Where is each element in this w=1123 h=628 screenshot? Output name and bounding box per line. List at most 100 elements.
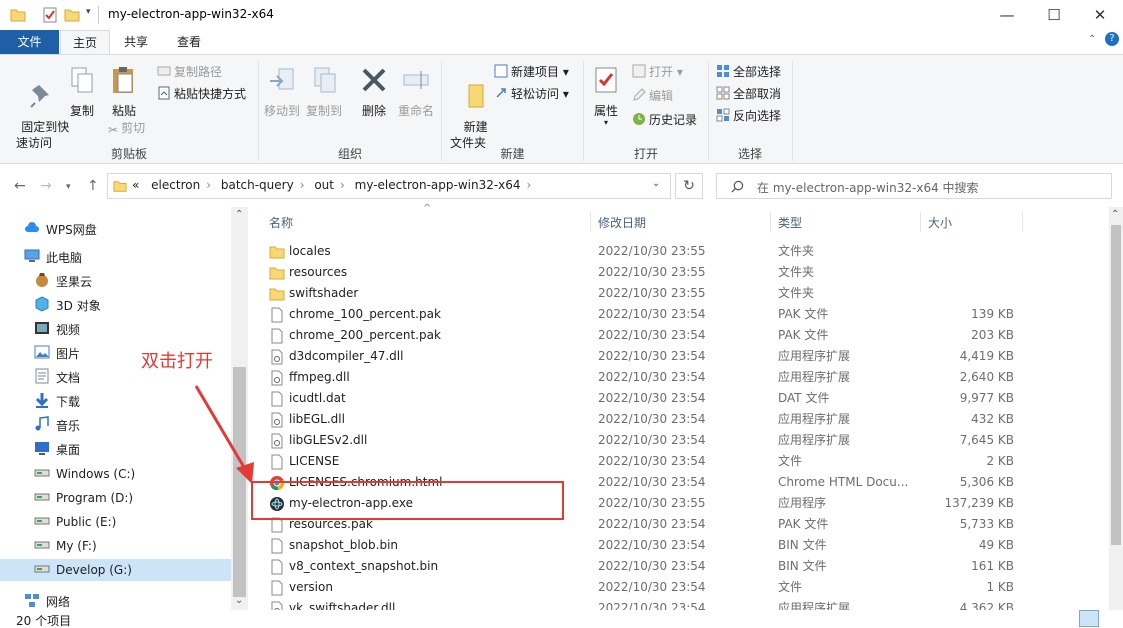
quick-access-dropdown[interactable]: ▾ xyxy=(86,7,102,23)
invert-selection-button[interactable]: 反向选择 xyxy=(716,107,781,125)
file-row[interactable]: libGLESv2.dll 2022/10/30 23:54 应用程序扩展 7,645… xyxy=(249,430,1109,451)
minimize-button[interactable]: — xyxy=(984,0,1030,30)
recent-locations-button[interactable]: ▾ xyxy=(66,182,71,192)
forward-button[interactable]: → xyxy=(40,178,52,194)
nav-scroll-up[interactable]: ⌃ xyxy=(235,209,243,220)
search-input[interactable]: 在 my-electron-app-win32-x64 中搜索 xyxy=(716,173,1112,199)
breadcrumb-overflow[interactable]: « xyxy=(132,178,139,192)
file-type: DAT 文件 xyxy=(778,391,830,405)
back-button[interactable]: ← xyxy=(14,178,26,194)
nav-item[interactable]: 下载 xyxy=(34,391,80,413)
select-all-button[interactable]: 全部选择 xyxy=(716,63,781,81)
file-row[interactable]: icudtl.dat 2022/10/30 23:54 DAT 文件 9,977 KB xyxy=(249,388,1109,409)
collapse-ribbon-icon[interactable]: ⌃ xyxy=(1088,34,1096,45)
file-size: 2,640 KB xyxy=(959,370,1014,384)
nav-item-label: 下载 xyxy=(56,395,81,409)
nav-item[interactable]: Windows (C:) xyxy=(34,463,135,485)
file-name: swiftshader xyxy=(289,286,359,300)
select-none-button[interactable]: 全部取消 xyxy=(716,85,781,103)
cloud-icon xyxy=(24,220,40,234)
refresh-button[interactable]: ↻ xyxy=(675,173,703,199)
properties-button[interactable]: 属性 ▾ xyxy=(588,65,624,127)
file-size: 139 KB xyxy=(971,307,1014,321)
invert-selection-icon xyxy=(716,108,730,122)
cut-button[interactable]: ✂ 剪切 xyxy=(108,119,145,137)
tab-file[interactable]: 文件 xyxy=(0,30,59,54)
properties-icon[interactable] xyxy=(42,7,58,23)
file-row[interactable]: ffmpeg.dll 2022/10/30 23:54 应用程序扩展 2,640 KB xyxy=(249,367,1109,388)
file-row[interactable]: chrome_200_percent.pak 2022/10/30 23:54 PA… xyxy=(249,325,1109,346)
paste-button[interactable]: 粘贴 xyxy=(104,65,144,119)
edit-button[interactable]: 编辑 xyxy=(632,87,673,105)
file-row[interactable]: d3dcompiler_47.dll 2022/10/30 23:54 应用程序扩展… xyxy=(249,346,1109,367)
nav-item[interactable]: 视频 xyxy=(34,319,80,341)
nav-item[interactable]: Develop (G:) xyxy=(0,559,231,581)
new-item-button[interactable]: 新建项目 ▾ xyxy=(494,63,569,81)
tab-view[interactable]: 查看 xyxy=(165,30,213,54)
file-date: 2022/10/30 23:55 xyxy=(598,244,706,258)
up-button[interactable]: ↑ xyxy=(87,178,99,194)
column-header-name[interactable]: 名称 xyxy=(269,214,293,231)
nav-scroll-down[interactable]: ⌄ xyxy=(235,595,243,606)
help-icon[interactable]: ? xyxy=(1105,32,1119,46)
file-type: PAK 文件 xyxy=(778,328,829,342)
breadcrumb-item[interactable]: electron xyxy=(151,178,200,192)
file-row[interactable]: libEGL.dll 2022/10/30 23:54 应用程序扩展 432 KB xyxy=(249,409,1109,430)
file-type: 文件 xyxy=(778,580,803,594)
maximize-button[interactable]: ☐ xyxy=(1031,0,1077,30)
list-scrollbar-thumb[interactable] xyxy=(1111,225,1121,545)
file-date: 2022/10/30 23:55 xyxy=(598,286,706,300)
file-row[interactable]: LICENSE 2022/10/30 23:54 文件 2 KB xyxy=(249,451,1109,472)
details-view-button[interactable] xyxy=(1079,610,1099,627)
column-header-type[interactable]: 类型 xyxy=(778,214,802,231)
column-header-date[interactable]: 修改日期 xyxy=(598,214,646,231)
nav-item[interactable]: WPS网盘 xyxy=(24,219,97,241)
file-size: 137,239 KB xyxy=(944,496,1014,510)
easy-access-button[interactable]: 轻松访问 ▾ xyxy=(494,85,569,103)
nav-item[interactable]: Program (D:) xyxy=(34,487,133,509)
file-size: 49 KB xyxy=(978,538,1014,552)
nav-item[interactable]: 坚果云 xyxy=(34,271,92,293)
nav-item[interactable]: 此电脑 xyxy=(24,247,82,269)
file-row[interactable]: snapshot_blob.bin 2022/10/30 23:54 BIN 文件 4… xyxy=(249,535,1109,556)
nav-item[interactable]: 桌面 xyxy=(34,439,80,461)
file-row[interactable]: swiftshader 2022/10/30 23:55 文件夹 xyxy=(249,283,1109,304)
file-row[interactable]: version 2022/10/30 23:54 文件 1 KB xyxy=(249,577,1109,598)
easy-access-icon xyxy=(496,88,506,98)
nav-item[interactable]: 图片 xyxy=(34,343,80,365)
nav-item[interactable]: 3D 对象 xyxy=(34,295,101,317)
address-bar-row: ← → ▾ ↑ « electron › batch-query › out › my… xyxy=(0,164,1123,206)
breadcrumb-item[interactable]: batch-query xyxy=(221,178,294,192)
breadcrumb-item[interactable]: my-electron-app-win32-x64 xyxy=(355,178,521,192)
nav-item[interactable]: 音乐 xyxy=(34,415,80,437)
nav-item-label: 桌面 xyxy=(56,443,81,457)
large-icons-view-button[interactable] xyxy=(1103,610,1121,627)
open-button[interactable]: 打开 ▾ xyxy=(632,63,683,81)
paste-shortcut-button[interactable]: 粘贴快捷方式 xyxy=(157,85,246,103)
move-to-button[interactable]: 移动到 xyxy=(262,65,302,119)
breadcrumb-item[interactable]: out xyxy=(314,178,334,192)
address-dropdown-icon[interactable]: ⌄ xyxy=(652,178,660,189)
column-header-size[interactable]: 大小 xyxy=(928,214,952,231)
tab-home[interactable]: 主页 xyxy=(60,30,111,54)
new-folder-icon[interactable] xyxy=(64,7,80,23)
nav-item[interactable]: 文档 xyxy=(34,367,80,389)
copy-to-button[interactable]: 复制到 xyxy=(304,65,344,119)
rename-button[interactable]: 重命名 xyxy=(396,65,436,119)
file-row[interactable]: chrome_100_percent.pak 2022/10/30 23:54 PA… xyxy=(249,304,1109,325)
file-row[interactable]: resources 2022/10/30 23:55 文件夹 xyxy=(249,262,1109,283)
history-button[interactable]: 历史记录 xyxy=(632,111,697,129)
delete-button[interactable]: 删除 xyxy=(356,65,392,119)
nav-item-label: 3D 对象 xyxy=(56,299,101,313)
nav-item[interactable]: My (F:) xyxy=(34,535,97,557)
list-scroll-up[interactable]: ⌃ xyxy=(1111,209,1119,220)
copy-button[interactable]: 复制 xyxy=(64,65,100,119)
address-input[interactable]: « electron › batch-query › out › my-electro… xyxy=(107,173,671,199)
copy-path-button[interactable]: 复制路径 xyxy=(157,63,222,81)
file-row[interactable]: v8_context_snapshot.bin 2022/10/30 23:54 B… xyxy=(249,556,1109,577)
tab-share[interactable]: 共享 xyxy=(112,30,160,54)
nav-item[interactable]: Public (E:) xyxy=(34,511,116,533)
close-button[interactable]: ✕ xyxy=(1077,0,1123,30)
nav-item-label: Public (E:) xyxy=(56,515,117,529)
file-row[interactable]: locales 2022/10/30 23:55 文件夹 xyxy=(249,241,1109,262)
